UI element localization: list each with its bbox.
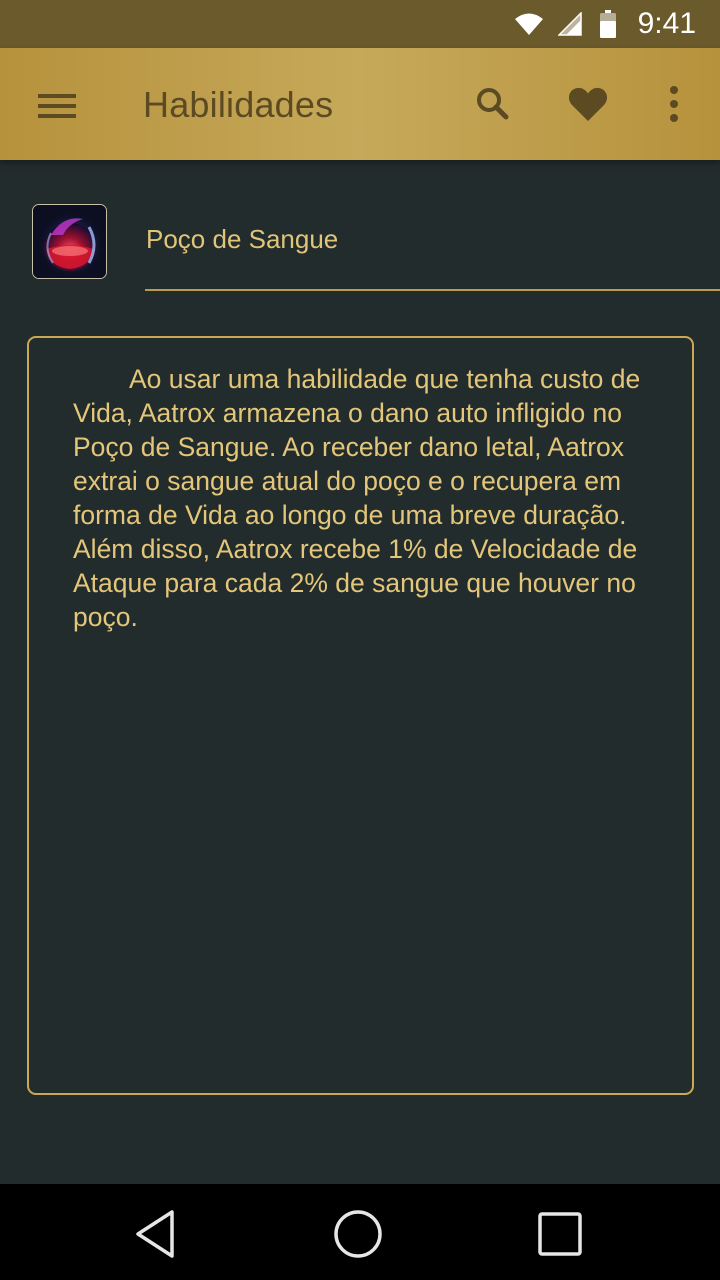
ability-header: Poço de Sangue: [0, 160, 720, 292]
navigation-bar: [0, 1184, 720, 1280]
ability-name-underline: [145, 289, 720, 291]
battery-icon: [599, 10, 616, 38]
back-icon: [136, 1210, 174, 1258]
back-button[interactable]: [130, 1206, 186, 1262]
favorite-button[interactable]: [562, 78, 614, 130]
search-icon: [477, 88, 509, 120]
more-options-button[interactable]: [648, 78, 700, 130]
status-icons: 9:41: [514, 0, 696, 48]
page-title: Habilidades: [143, 84, 334, 125]
search-button[interactable]: [467, 78, 519, 130]
heart-icon: [568, 87, 608, 121]
ability-description: Ao usar uma habilidade que tenha custo d…: [73, 364, 641, 632]
recents-button[interactable]: [532, 1206, 588, 1262]
app-bar: Habilidades: [0, 48, 720, 160]
ability-name: Poço de Sangue: [146, 224, 339, 254]
wifi-icon: [514, 12, 544, 36]
home-button[interactable]: [330, 1206, 386, 1262]
ability-description-box: Ao usar uma habilidade que tenha custo d…: [27, 336, 694, 1095]
menu-button[interactable]: [26, 82, 86, 126]
clock: 9:41: [637, 7, 696, 40]
status-bar: 9:41: [0, 0, 720, 48]
signal-icon: [557, 12, 582, 36]
menu-icon: [38, 94, 76, 118]
blood-well-ability-icon: [32, 204, 107, 279]
more-vert-icon: [670, 86, 678, 122]
recents-icon: [538, 1212, 582, 1256]
home-icon: [334, 1210, 382, 1258]
